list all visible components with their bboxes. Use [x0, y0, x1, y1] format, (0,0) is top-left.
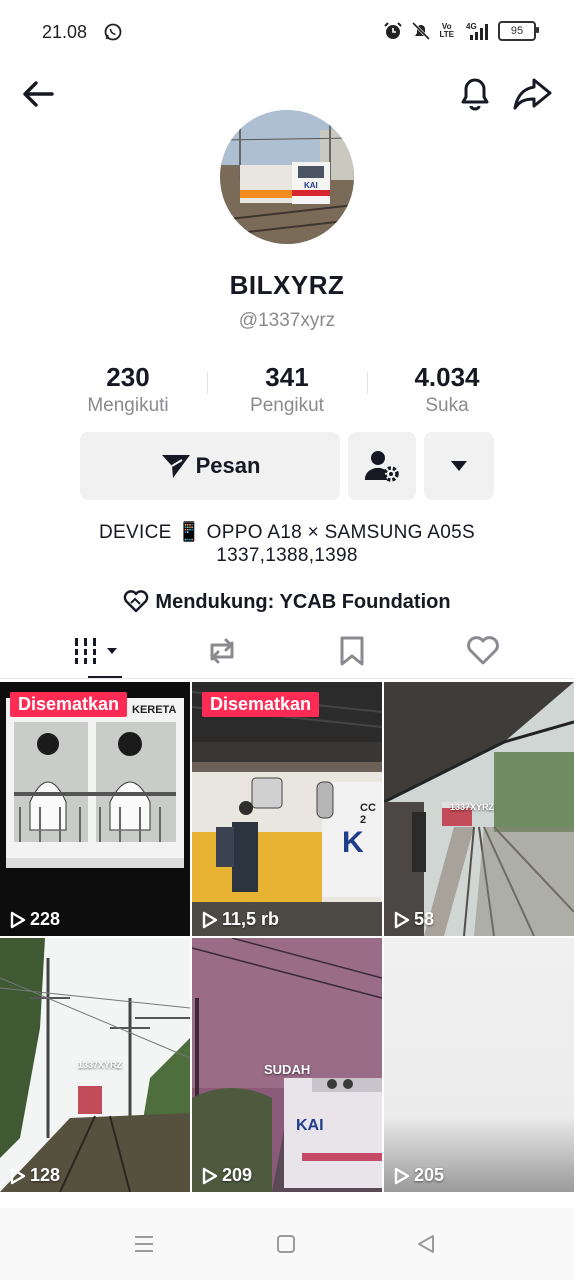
- view-count: 58: [394, 909, 434, 930]
- video-overlay-text: SUDAH: [264, 1062, 311, 1077]
- video-thumbnail: [384, 938, 574, 1192]
- view-count: 228: [10, 909, 60, 930]
- stat-following-value: 230: [106, 362, 150, 392]
- view-count-value: 11,5 rb: [222, 909, 280, 929]
- bio-line-2: 1337,1388,1398: [216, 545, 358, 566]
- recent-apps-icon[interactable]: [132, 1232, 156, 1256]
- video-tile[interactable]: K CC 2 Disematkan 11,5 rb: [192, 682, 382, 936]
- play-icon: [202, 1167, 218, 1184]
- share-icon[interactable]: [510, 72, 554, 114]
- view-count-value: 228: [30, 909, 61, 929]
- stat-followers-label: Pengikut: [250, 395, 324, 416]
- support-link[interactable]: Mendukung: YCAB Foundation: [0, 590, 574, 614]
- video-tile[interactable]: KERETA Disematkan 228: [0, 682, 190, 936]
- stat-likes[interactable]: 4.034 Suka: [367, 362, 527, 417]
- video-tile[interactable]: 205: [384, 938, 574, 1192]
- play-icon: [394, 1167, 410, 1184]
- tabs-divider: [0, 678, 574, 679]
- whatsapp-icon: [104, 23, 122, 41]
- view-count-value: 205: [414, 1165, 445, 1185]
- user-settings-icon: [364, 451, 399, 482]
- stat-following-label: Mengikuti: [87, 395, 169, 416]
- status-icons: Vo LTE 4G 95: [383, 21, 539, 41]
- heart-handshake-icon: [124, 590, 149, 613]
- stat-followers[interactable]: 341 Pengikut: [207, 362, 367, 417]
- back-arrow-icon[interactable]: [18, 74, 58, 114]
- battery-icon: 95: [498, 21, 539, 41]
- status-bar: 21.08 Vo LTE 4G 95: [0, 0, 574, 66]
- video-overlay-text: 1337XYRZ: [78, 1060, 123, 1070]
- video-thumbnail: [0, 682, 190, 936]
- pinned-badge: Disematkan: [10, 692, 128, 717]
- stat-following[interactable]: 230 Mengikuti: [48, 362, 208, 417]
- view-count-value: 209: [222, 1165, 253, 1185]
- avatar-train-image: KAI: [220, 110, 354, 244]
- home-icon[interactable]: [274, 1232, 298, 1256]
- profile-username: BILXYRZ: [229, 270, 345, 300]
- avatar[interactable]: KAI: [220, 110, 354, 244]
- play-icon: [10, 911, 26, 928]
- stat-likes-value: 4.034: [414, 362, 480, 392]
- back-icon[interactable]: [414, 1232, 438, 1256]
- tab-reposts[interactable]: [150, 628, 293, 674]
- video-overlay-text: KERETA: [132, 704, 177, 716]
- signal-icon: 4G: [466, 22, 488, 40]
- mute-bell-icon: [412, 21, 431, 41]
- caret-down-icon: [451, 461, 467, 471]
- volte-icon: Vo LTE: [439, 22, 454, 39]
- repost-icon: [210, 638, 233, 664]
- video-overlay-text: CC 2: [360, 802, 376, 826]
- play-icon: [10, 1167, 26, 1184]
- video-thumbnail: K: [192, 682, 382, 936]
- bio-line-1: DEVICE 📱 OPPO A18 × SAMSUNG A05S: [99, 522, 475, 543]
- profile-handle: @1337xyrz: [238, 310, 336, 331]
- view-count-value: 128: [30, 1165, 61, 1185]
- send-icon: [161, 455, 190, 478]
- view-count: 128: [10, 1165, 60, 1186]
- view-count-value: 58: [414, 909, 435, 929]
- svg-text:4G: 4G: [466, 22, 477, 31]
- status-time: 21.08: [42, 22, 88, 42]
- message-button[interactable]: Pesan: [80, 432, 340, 500]
- view-count: 209: [202, 1165, 252, 1186]
- message-button-label: Pesan: [195, 453, 261, 478]
- pinned-badge: Disematkan: [202, 692, 320, 717]
- more-dropdown-button[interactable]: [424, 432, 494, 500]
- support-label: Mendukung: YCAB Foundation: [155, 590, 451, 613]
- stat-likes-label: Suka: [425, 395, 469, 416]
- video-tile[interactable]: 1337XYRZ 128: [0, 938, 190, 1192]
- add-friend-settings-button[interactable]: [348, 432, 416, 500]
- tab-favorites[interactable]: [280, 628, 423, 674]
- svg-text:KAI: KAI: [304, 181, 318, 190]
- video-tile[interactable]: KAI SUDAH 209: [192, 938, 382, 1192]
- tab-videos[interactable]: [26, 628, 169, 674]
- video-overlay-text: 1337XYRZ: [450, 802, 495, 812]
- view-count: 11,5 rb: [202, 909, 279, 930]
- view-count: 205: [394, 1165, 444, 1186]
- alarm-icon: [384, 22, 403, 39]
- video-tile[interactable]: 1337XYRZ 58: [384, 682, 574, 936]
- svg-text:K: K: [342, 826, 364, 859]
- play-icon: [202, 911, 218, 928]
- stat-followers-value: 341: [265, 362, 309, 392]
- play-icon: [394, 911, 410, 928]
- svg-text:KAI: KAI: [296, 1117, 324, 1134]
- heart-icon: [466, 636, 499, 665]
- notification-bell-icon[interactable]: [454, 72, 496, 114]
- tab-liked[interactable]: [411, 628, 554, 674]
- grid-videos-icon: [72, 638, 117, 664]
- bookmark-icon: [340, 636, 363, 666]
